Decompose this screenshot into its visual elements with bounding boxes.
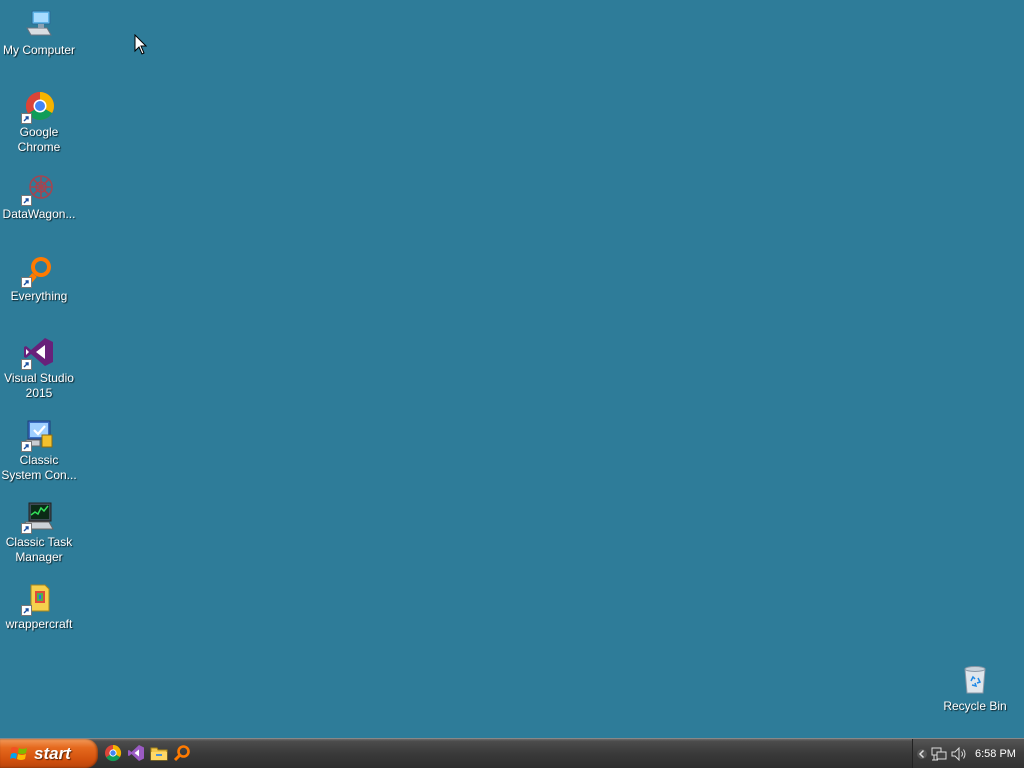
file-explorer-icon[interactable]	[150, 744, 168, 762]
windows-flag-icon	[10, 746, 27, 760]
everything-search-icon[interactable]	[173, 744, 191, 762]
desktop-icon-visual-studio[interactable]: Visual Studio 2015	[0, 336, 78, 401]
control-panel-icon	[21, 418, 55, 452]
chevron-left-icon[interactable]	[917, 748, 927, 760]
shortcut-arrow-icon	[21, 195, 32, 206]
desktop-icon-datawagon[interactable]: DataWagon...	[0, 172, 78, 222]
desktop-icon-everything[interactable]: Everything	[0, 254, 78, 304]
desktop: My Computer Google Chrome DataWagon... E…	[0, 0, 1024, 738]
wrappercraft-icon	[21, 582, 55, 616]
chrome-icon[interactable]	[104, 744, 122, 762]
icon-label: Classic Task Manager	[5, 535, 73, 564]
mouse-cursor-icon	[134, 34, 147, 55]
icon-label: My Computer	[2, 43, 76, 57]
shortcut-arrow-icon	[21, 113, 32, 124]
icon-label: DataWagon...	[2, 207, 76, 221]
shortcut-arrow-icon	[21, 277, 32, 288]
desktop-icon-wrappercraft[interactable]: wrappercraft	[0, 582, 78, 632]
start-label: start	[34, 743, 71, 763]
visual-studio-icon[interactable]	[127, 744, 145, 762]
task-manager-icon	[21, 500, 55, 534]
desktop-icon-my-computer[interactable]: My Computer	[0, 8, 78, 58]
system-tray: 6:58 PM	[912, 739, 1024, 768]
start-button[interactable]: start	[0, 739, 98, 768]
icon-label: Classic System Con...	[1, 453, 77, 482]
desktop-icon-classic-task-manager[interactable]: Classic Task Manager	[0, 500, 78, 565]
volume-icon[interactable]	[951, 746, 967, 761]
desktop-icon-google-chrome[interactable]: Google Chrome	[0, 90, 78, 155]
shortcut-arrow-icon	[21, 441, 32, 452]
icon-label: Recycle Bin	[943, 699, 1007, 713]
everything-search-icon	[21, 254, 55, 288]
shortcut-arrow-icon	[21, 523, 32, 534]
icon-label: Visual Studio 2015	[4, 371, 74, 400]
clock[interactable]: 6:58 PM	[975, 748, 1016, 760]
desktop-icon-classic-system-control[interactable]: Classic System Con...	[0, 418, 78, 483]
icon-label: Everything	[10, 289, 68, 303]
quick-launch-bar	[104, 744, 191, 762]
icon-label: wrappercraft	[5, 617, 73, 631]
desktop-icon-recycle-bin[interactable]: Recycle Bin	[936, 664, 1014, 714]
computer-icon	[23, 8, 55, 40]
shortcut-arrow-icon	[21, 359, 32, 370]
taskbar: start 6:58 PM	[0, 738, 1024, 768]
recycle-bin-icon	[959, 664, 991, 696]
chrome-icon	[21, 90, 55, 124]
icon-label: Google Chrome	[17, 125, 61, 154]
network-icon[interactable]	[931, 747, 947, 761]
datawagon-icon	[21, 172, 55, 206]
visual-studio-icon	[21, 336, 55, 370]
shortcut-arrow-icon	[21, 605, 32, 616]
